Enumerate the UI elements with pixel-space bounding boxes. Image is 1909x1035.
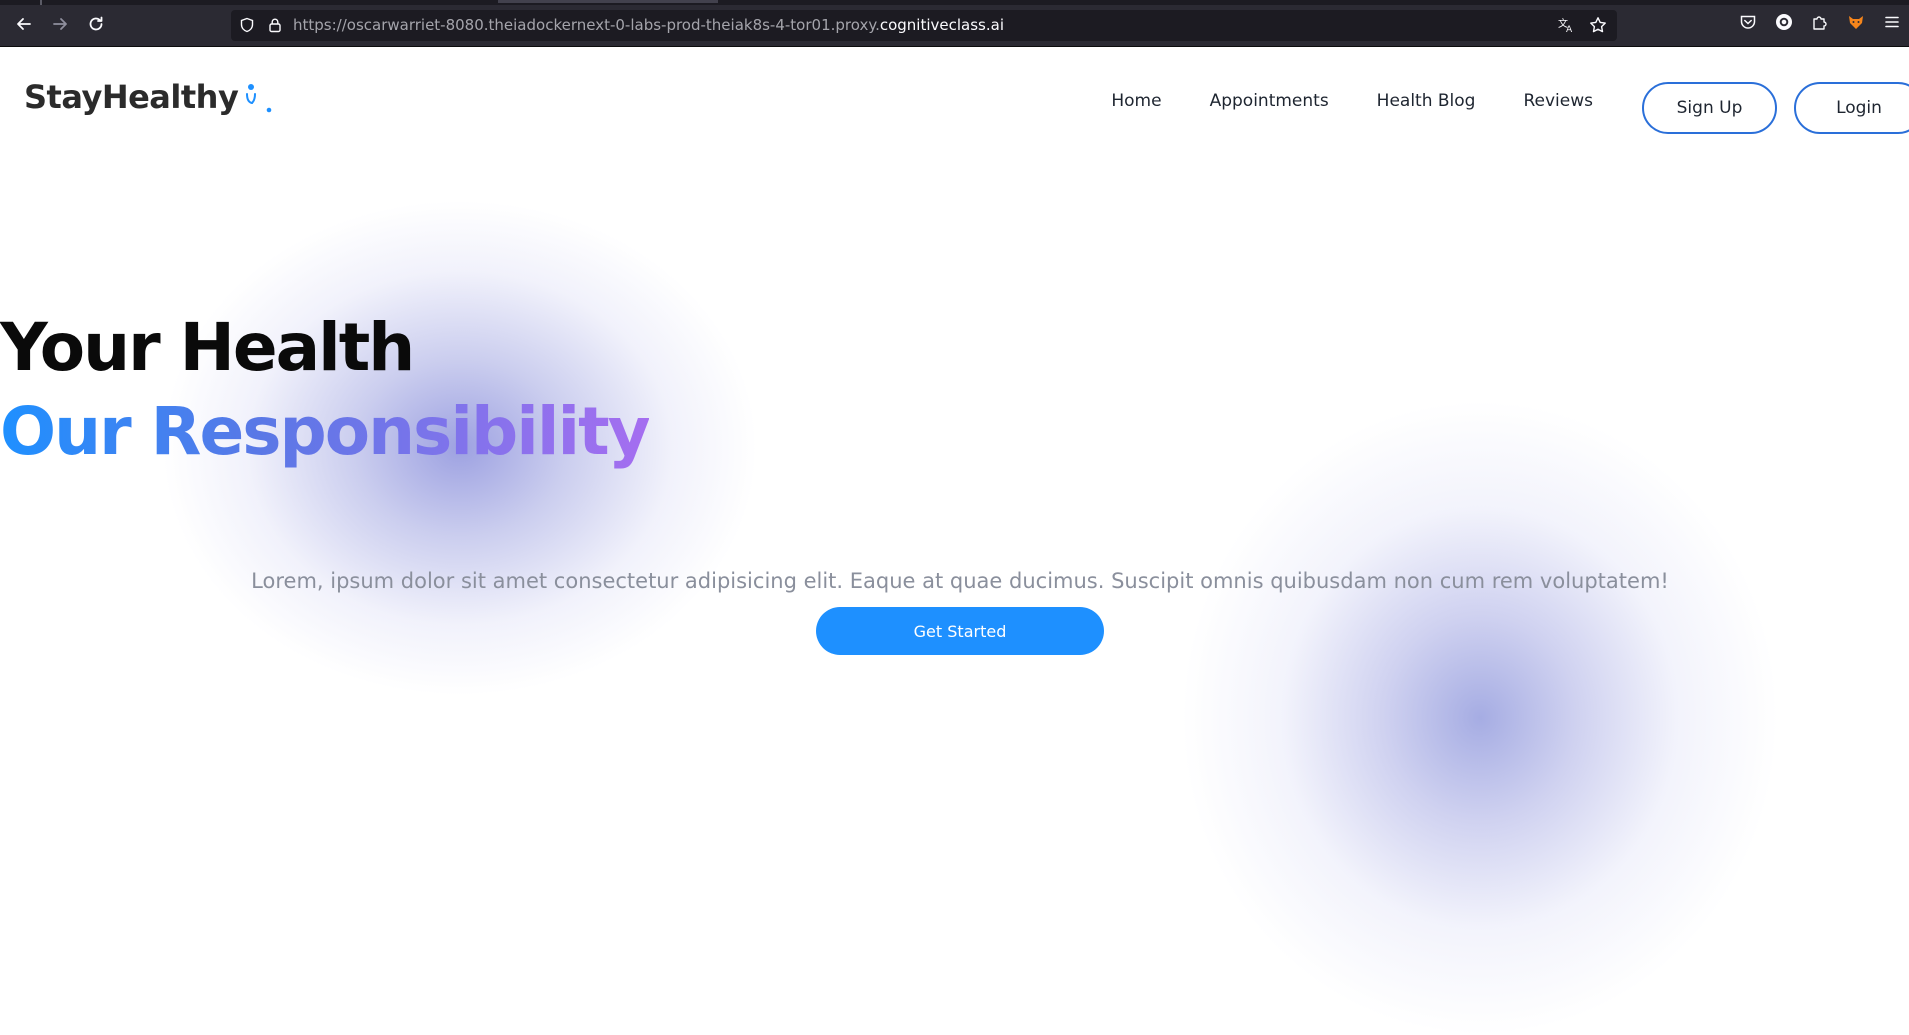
nav-link-reviews[interactable]: Reviews [1523,91,1593,111]
lock-icon[interactable] [267,17,283,33]
svg-text:A: A [1566,25,1573,34]
url-text[interactable]: https://oscarwarriet-8080.theiadockernex… [293,16,1004,35]
nav-link-appointments[interactable]: Appointments [1210,91,1329,111]
url-path: https://oscarwarriet-8080.theiadockernex… [293,16,880,34]
fox-extension-icon[interactable] [1847,13,1865,31]
hero-description: Lorem, ipsum dolor sit amet consectetur … [251,569,1669,593]
decorative-blur-blob [1170,388,1790,1035]
page-content: StayHealthy Home Appointments Health Blo… [0,48,1909,1035]
toolbar-right [1739,13,1901,31]
address-bar[interactable]: https://oscarwarriet-8080.theiadockernex… [231,10,1617,41]
nav-link-health-blog[interactable]: Health Blog [1377,91,1476,111]
sign-up-button[interactable]: Sign Up [1642,82,1777,134]
shield-icon[interactable] [239,17,255,33]
bookmark-star-icon[interactable] [1589,16,1607,34]
profile-icon[interactable] [1775,13,1793,31]
url-actions: 文A [1557,16,1607,34]
extensions-icon[interactable] [1811,13,1829,31]
translate-icon[interactable]: 文A [1557,16,1575,34]
active-tab-indicator[interactable] [498,0,718,3]
url-host: cognitiveclass.ai [879,16,1004,34]
hero-title-line-2: Our Responsibility [0,390,651,474]
stethoscope-icon [242,82,272,116]
get-started-button[interactable]: Get Started [816,607,1104,655]
pocket-icon[interactable] [1739,13,1757,31]
nav-link-home[interactable]: Home [1111,91,1161,111]
hero-title-line-1: Your Health [0,309,415,386]
main-nav: Home Appointments Health Blog Reviews [1111,91,1593,111]
menu-icon[interactable] [1883,13,1901,31]
login-button[interactable]: Login [1794,82,1909,134]
forward-arrow-icon[interactable] [48,12,72,36]
reload-icon[interactable] [84,12,108,36]
back-arrow-icon[interactable] [12,12,36,36]
browser-toolbar: https://oscarwarriet-8080.theiadockernex… [0,0,1909,47]
tab-strip [0,0,1909,5]
tab-divider [40,0,42,5]
site-logo[interactable]: StayHealthy [24,78,272,116]
logo-text: StayHealthy [24,78,239,116]
